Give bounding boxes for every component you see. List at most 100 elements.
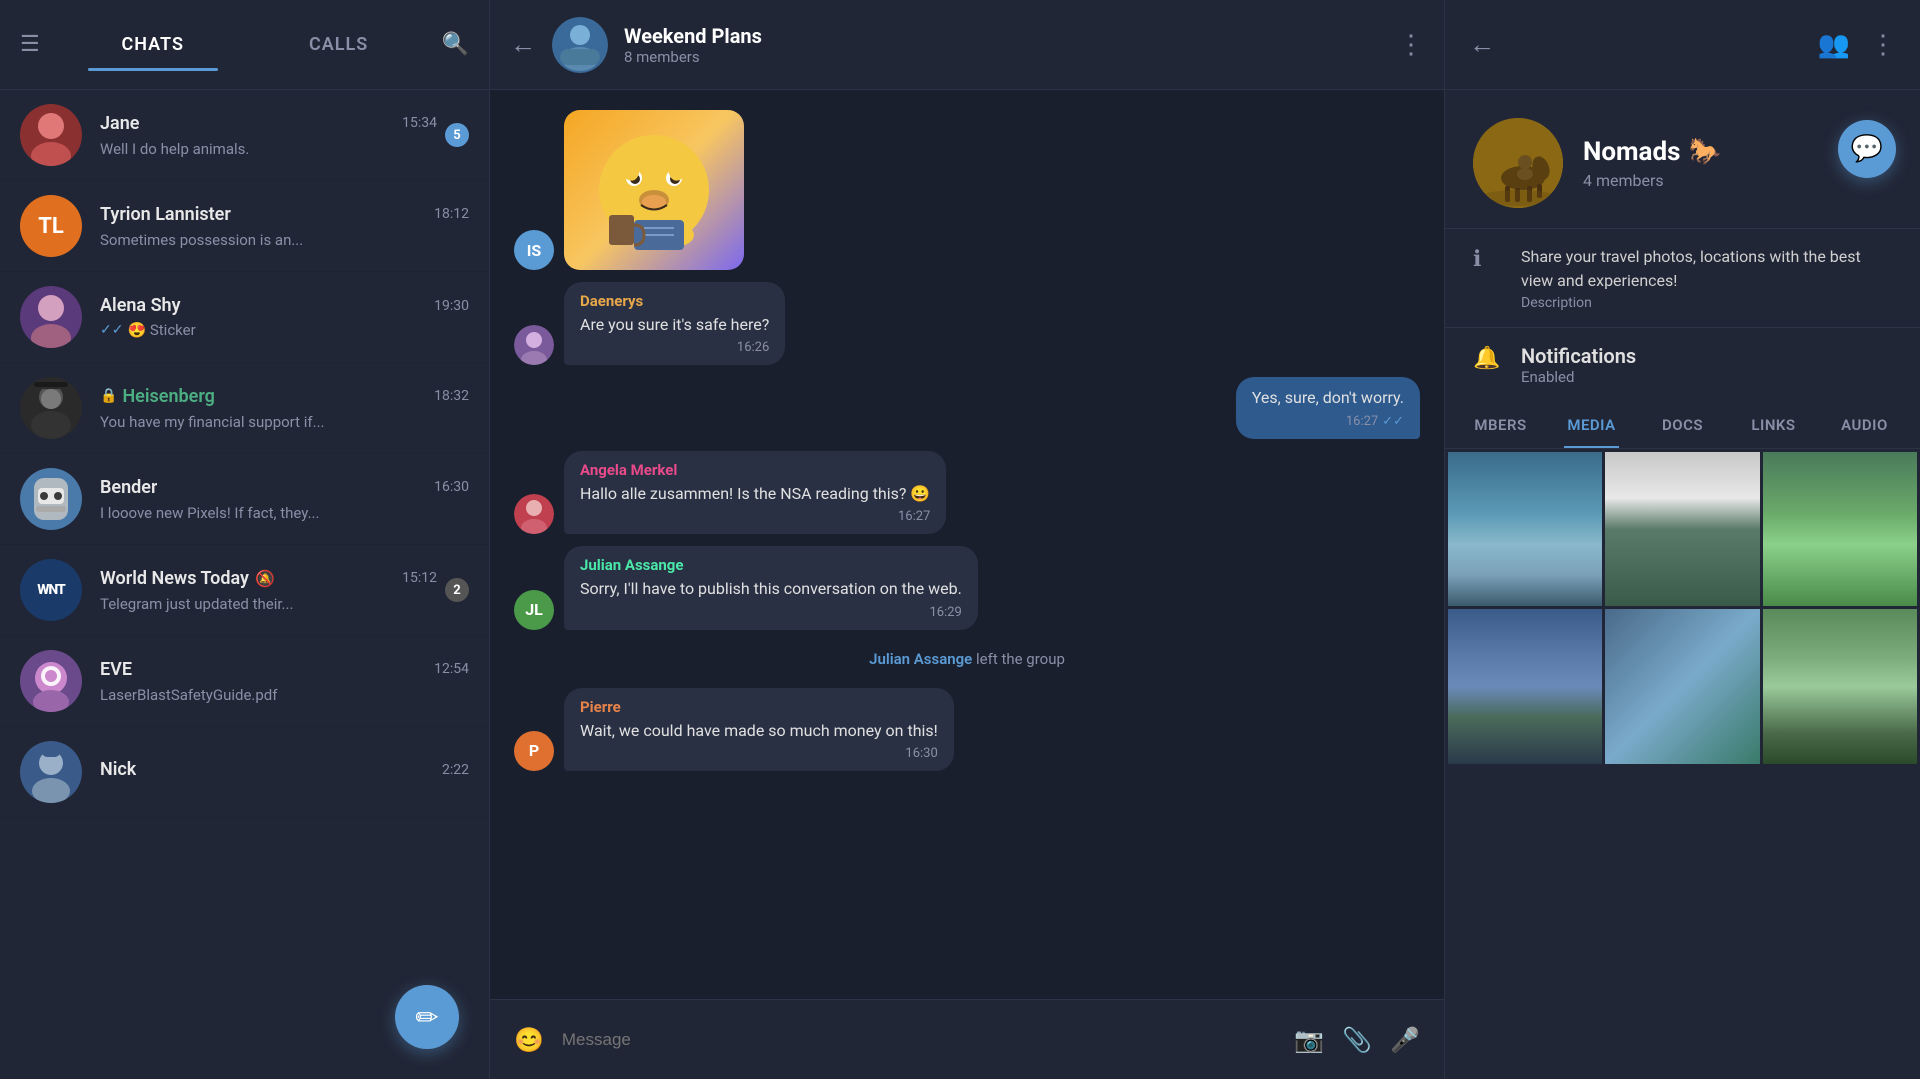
- msg-input-area: 😊 📷 📎 🎤: [490, 999, 1444, 1079]
- chat-time-nick: 2:22: [442, 762, 469, 778]
- chat-info-alena: Alena Shy 19:30 ✓✓ 😍 Sticker: [100, 295, 469, 339]
- chat-preview-alena: 😍 Sticker: [127, 321, 195, 339]
- more-button-mid[interactable]: ⋮: [1398, 30, 1424, 60]
- info-icon-description: ℹ: [1473, 247, 1501, 272]
- msg-row-sticker: IS: [514, 110, 1420, 270]
- chat-time-jane: 15:34: [402, 115, 437, 131]
- back-button-mid[interactable]: ←: [510, 29, 536, 60]
- tab-media[interactable]: MEDIA: [1546, 402, 1637, 448]
- msg-sender-daenerys: Daenerys: [580, 292, 769, 310]
- avatar-eve: [20, 650, 82, 712]
- msg-avatar-angela: [514, 494, 554, 534]
- msg-time-sent: 16:27: [1346, 414, 1378, 429]
- search-button[interactable]: 🔍: [442, 32, 469, 57]
- group-info-weekend: Weekend Plans 8 members: [624, 24, 1398, 66]
- menu-icon[interactable]: ☰: [20, 32, 40, 57]
- info-text-description: Share your travel photos, locations with…: [1521, 245, 1892, 311]
- avatar-bender: [20, 468, 82, 530]
- chat-preview-jane: Well I do help animals.: [100, 140, 249, 158]
- middle-panel: ← Weekend Plans 8 members ⋮ IS: [490, 0, 1445, 1079]
- chat-name-worldnews: World News Today: [100, 568, 249, 589]
- media-photo-3[interactable]: [1763, 452, 1917, 606]
- chat-info-worldnews: World News Today 🔕 15:12 Telegram just u…: [100, 568, 437, 613]
- msg-avatar-julian: JL: [514, 590, 554, 630]
- tab-links[interactable]: LINKS: [1728, 402, 1819, 448]
- group-name-weekend: Weekend Plans: [624, 24, 1398, 48]
- right-content: Nomads 🐎 4 members 💬 ℹ Share your travel…: [1445, 90, 1920, 1079]
- chat-name-nick: Nick: [100, 759, 136, 780]
- chat-name-eve: EVE: [100, 659, 132, 680]
- group-members-weekend: 8 members: [624, 48, 1398, 66]
- attach-button[interactable]: 📎: [1342, 1026, 1372, 1054]
- notifications-status: Enabled: [1521, 368, 1636, 386]
- msg-sender-julian: Julian Assange: [580, 556, 962, 574]
- msg-row-sent: Yes, sure, don't worry. 16:27 ✓✓: [514, 377, 1420, 438]
- media-photo-1[interactable]: [1448, 452, 1602, 606]
- chat-info-heisenberg: 🔒 Heisenberg 18:32 You have my financial…: [100, 386, 469, 431]
- msg-time-daenerys: 16:26: [737, 340, 769, 355]
- description-text: Share your travel photos, locations with…: [1521, 245, 1892, 293]
- msg-text-julian: Sorry, I'll have to publish this convers…: [580, 578, 962, 600]
- badge-jane: 5: [445, 123, 469, 147]
- chat-item-eve[interactable]: EVE 12:54 LaserBlastSafetyGuide.pdf: [0, 636, 489, 727]
- msg-row-angela: Angela Merkel Hallo alle zusammen! Is th…: [514, 451, 1420, 534]
- chat-info-tyrion: Tyrion Lannister 18:12 Sometimes possess…: [100, 204, 469, 249]
- media-photo-6[interactable]: [1763, 609, 1917, 763]
- msg-sender-angela: Angela Merkel: [580, 461, 930, 479]
- chat-item-worldnews[interactable]: WNT World News Today 🔕 15:12 Telegram ju…: [0, 545, 489, 636]
- tab-docs[interactable]: DOCS: [1637, 402, 1728, 448]
- chat-item-jane[interactable]: Jane 15:34 Well I do help animals. 5: [0, 90, 489, 181]
- chat-time-heisenberg: 18:32: [434, 388, 469, 404]
- chat-item-alena[interactable]: Alena Shy 19:30 ✓✓ 😍 Sticker: [0, 272, 489, 363]
- message-input[interactable]: [562, 1030, 1276, 1050]
- emoji-button[interactable]: 😊: [514, 1026, 544, 1054]
- group-profile-info-nomads: Nomads 🐎 4 members: [1583, 137, 1721, 190]
- chat-info-eve: EVE 12:54 LaserBlastSafetyGuide.pdf: [100, 659, 469, 704]
- msg-avatar-is: IS: [514, 230, 554, 270]
- bell-icon: 🔔: [1473, 346, 1501, 371]
- tab-chats[interactable]: CHATS: [60, 26, 246, 63]
- system-message-julian-left: Julian Assange left the group: [514, 642, 1420, 676]
- camera-button[interactable]: 📷: [1294, 1026, 1324, 1054]
- msg-bubble-sent: Yes, sure, don't worry. 16:27 ✓✓: [1236, 377, 1420, 438]
- chat-name-tyrion: Tyrion Lannister: [100, 204, 231, 225]
- chat-item-heisenberg[interactable]: 🔒 Heisenberg 18:32 You have my financial…: [0, 363, 489, 454]
- chat-info-bender: Bender 16:30 I looove new Pixels! If fac…: [100, 477, 469, 522]
- media-photo-4[interactable]: [1448, 609, 1602, 763]
- double-check-sent: ✓✓: [1382, 414, 1404, 429]
- media-photo-2[interactable]: [1605, 452, 1759, 606]
- description-label: Description: [1521, 295, 1892, 311]
- chat-preview-bender: I looove new Pixels! If fact, they...: [100, 504, 319, 522]
- chat-item-tyrion[interactable]: TL Tyrion Lannister 18:12 Sometimes poss…: [0, 181, 489, 272]
- chat-name-jane: Jane: [100, 113, 139, 134]
- more-button-right[interactable]: ⋮: [1870, 30, 1896, 60]
- info-row-notifications[interactable]: 🔔 Notifications Enabled: [1445, 327, 1920, 402]
- right-header: ← 👥 ⋮: [1445, 0, 1920, 90]
- float-message-button[interactable]: 💬: [1838, 120, 1896, 178]
- right-header-actions: 👥 ⋮: [1818, 30, 1896, 60]
- media-tabs: MBERS MEDIA DOCS LINKS AUDIO: [1445, 402, 1920, 449]
- msg-bubble-angela: Angela Merkel Hallo alle zusammen! Is th…: [564, 451, 946, 534]
- sticker-doge: [564, 110, 744, 270]
- messages-area: IS: [490, 90, 1444, 999]
- compose-button[interactable]: ✏: [395, 985, 459, 1049]
- left-header: ☰ CHATS CALLS 🔍: [0, 0, 489, 90]
- chat-right-jane: 5: [445, 123, 469, 147]
- tab-calls[interactable]: CALLS: [246, 26, 432, 63]
- notifications-label: Notifications: [1521, 344, 1636, 368]
- tab-audio[interactable]: AUDIO: [1819, 402, 1910, 448]
- tab-members[interactable]: MBERS: [1455, 402, 1546, 448]
- avatar-tyrion: TL: [20, 195, 82, 257]
- msg-bubble-pierre: Pierre Wait, we could have made so much …: [564, 688, 954, 771]
- media-photo-5[interactable]: [1605, 609, 1759, 763]
- tabs: CHATS CALLS: [60, 26, 432, 63]
- chat-item-bender[interactable]: Bender 16:30 I looove new Pixels! If fac…: [0, 454, 489, 545]
- msg-avatar-daenerys: [514, 325, 554, 365]
- msg-avatar-pierre: P: [514, 731, 554, 771]
- mic-button[interactable]: 🎤: [1390, 1026, 1420, 1054]
- chat-item-nick[interactable]: Nick 2:22: [0, 727, 489, 818]
- back-button-right[interactable]: ←: [1469, 29, 1495, 60]
- chat-right-worldnews: 2: [445, 578, 469, 602]
- add-member-button[interactable]: 👥: [1818, 30, 1850, 60]
- msg-row-pierre: P Pierre Wait, we could have made so muc…: [514, 688, 1420, 771]
